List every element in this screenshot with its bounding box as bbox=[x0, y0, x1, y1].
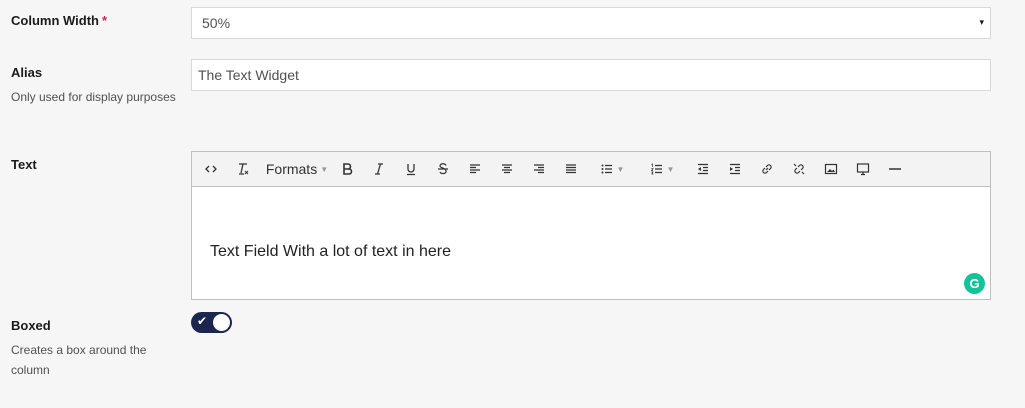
boxed-label: Boxed bbox=[11, 318, 51, 333]
media-icon[interactable] bbox=[847, 156, 879, 182]
image-icon[interactable] bbox=[815, 156, 847, 182]
chevron-down-icon: ▼ bbox=[616, 164, 625, 174]
text-label-group: Text bbox=[11, 157, 181, 173]
align-justify-icon[interactable] bbox=[555, 156, 587, 182]
rich-text-editor: Formats ▼ ▼ ▼ Text Field With a lot of t… bbox=[191, 151, 991, 300]
formats-dropdown[interactable]: Formats ▼ bbox=[259, 156, 331, 182]
underline-icon[interactable] bbox=[395, 156, 427, 182]
chevron-down-icon: ▼ bbox=[320, 164, 329, 174]
editor-toolbar: Formats ▼ ▼ ▼ bbox=[192, 152, 990, 187]
editor-content[interactable]: Text Field With a lot of text in here bbox=[192, 187, 990, 261]
alias-label-group: Alias Only used for display purposes bbox=[11, 65, 181, 107]
check-icon: ✔ bbox=[197, 314, 208, 328]
column-width-label: Column Width * bbox=[11, 13, 108, 28]
chevron-down-icon: ▾ bbox=[979, 17, 984, 27]
italic-icon[interactable] bbox=[363, 156, 395, 182]
column-width-select[interactable]: 50% ▾ bbox=[191, 7, 991, 39]
unlink-icon[interactable] bbox=[783, 156, 815, 182]
alias-label: Alias bbox=[11, 65, 43, 80]
boxed-toggle[interactable]: ✔ bbox=[191, 312, 232, 333]
code-icon[interactable] bbox=[195, 156, 227, 182]
chevron-down-icon: ▼ bbox=[666, 164, 675, 174]
column-width-label-group: Column Width * bbox=[11, 13, 181, 29]
grammarly-icon[interactable]: G bbox=[964, 273, 985, 294]
indent-icon[interactable] bbox=[719, 156, 751, 182]
align-center-icon[interactable] bbox=[491, 156, 523, 182]
boxed-label-group: Boxed Creates a box around the column bbox=[11, 318, 181, 380]
outdent-icon[interactable] bbox=[687, 156, 719, 182]
text-label: Text bbox=[11, 157, 37, 172]
bold-icon[interactable] bbox=[331, 156, 363, 182]
toggle-knob bbox=[213, 314, 230, 331]
formats-label: Formats bbox=[265, 161, 318, 177]
boxed-description: Creates a box around the column bbox=[11, 343, 147, 377]
bullet-list-icon[interactable]: ▼ bbox=[587, 156, 637, 182]
clear-formatting-icon[interactable] bbox=[227, 156, 259, 182]
horizontal-rule-icon[interactable] bbox=[879, 156, 911, 182]
link-icon[interactable] bbox=[751, 156, 783, 182]
alias-description: Only used for display purposes bbox=[11, 90, 176, 104]
strikethrough-icon[interactable] bbox=[427, 156, 459, 182]
column-width-value: 50% bbox=[202, 15, 231, 31]
numbered-list-icon[interactable]: ▼ bbox=[637, 156, 687, 182]
alias-input[interactable]: The Text Widget bbox=[191, 59, 991, 91]
align-right-icon[interactable] bbox=[523, 156, 555, 182]
required-marker: * bbox=[101, 13, 108, 28]
align-left-icon[interactable] bbox=[459, 156, 491, 182]
